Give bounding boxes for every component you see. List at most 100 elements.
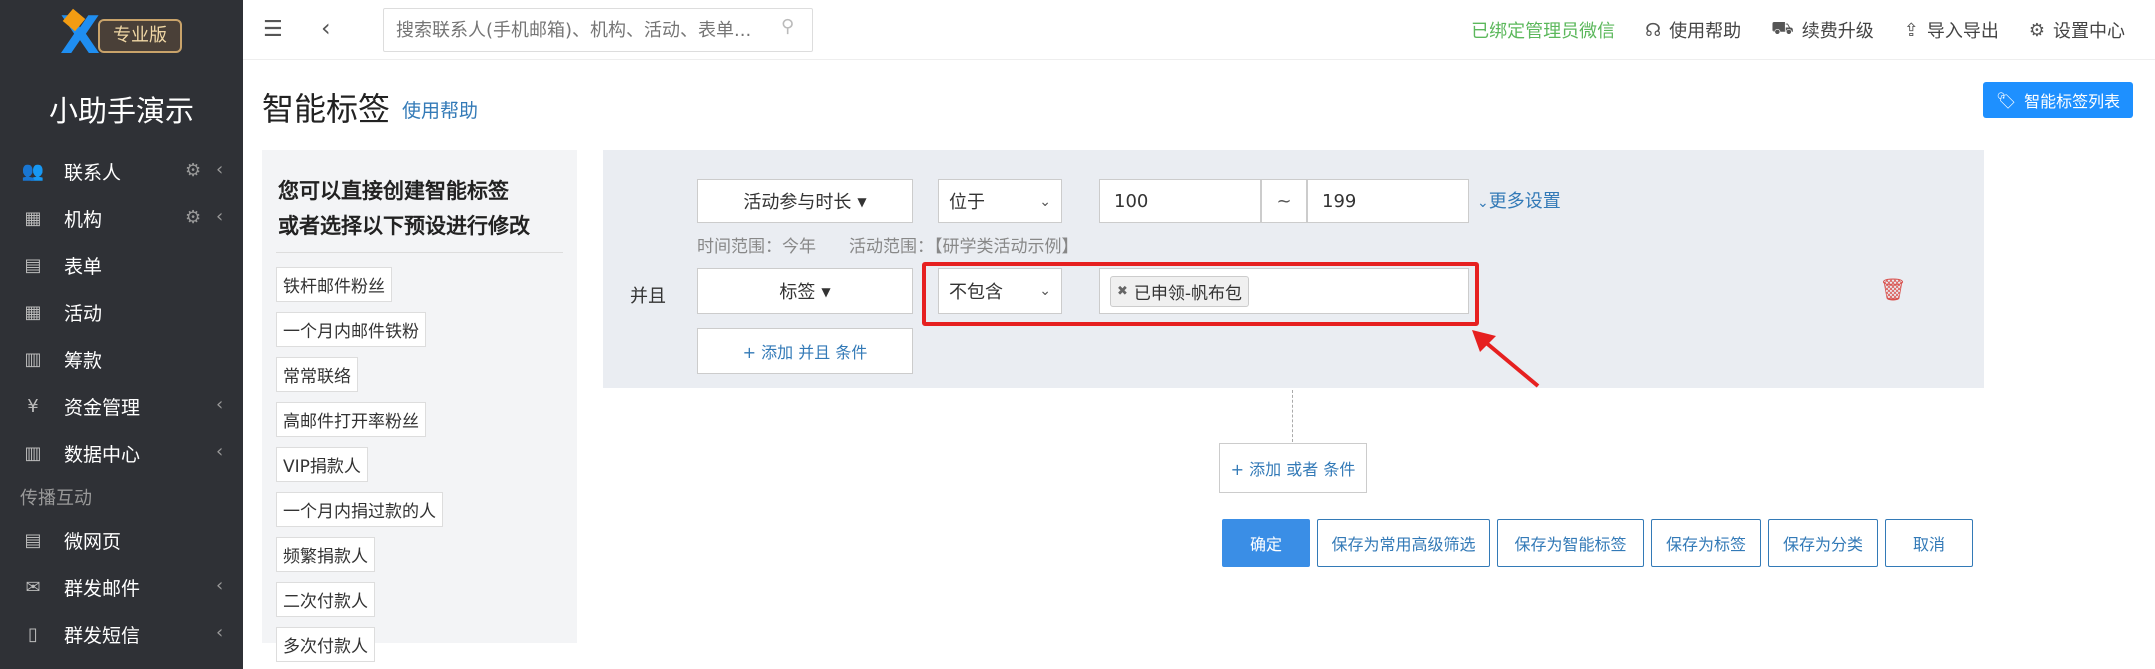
condition-field-select[interactable]: 活动参与时长 ▼ — [697, 179, 913, 223]
preset-item[interactable]: 一个月内邮件铁粉 — [276, 312, 426, 347]
wechat-bound-status[interactable]: 已绑定管理员微信 — [1471, 17, 1615, 43]
back-chevron-icon[interactable]: ‹ — [321, 14, 331, 42]
sidebar-item-label: 筹款 — [64, 350, 103, 372]
sidebar-item[interactable]: ¥ 资金管理 ‹ — [0, 383, 243, 430]
sidebar: X 专业版 小助手演示 👥 联系人 ⚙ ‹ ▦ 机构 ⚙ ‹ ▤ 表单 ▦ 活动 ▥ 筹款 ¥ 资金管理 ‹ ▥ 数… — [0, 0, 243, 669]
smart-tag-list-button[interactable]: 🏷 智能标签列表 — [1983, 82, 2133, 118]
email-icon: ✉ — [25, 577, 41, 598]
add-and-condition-label: + 添加 并且 条件 — [742, 343, 868, 362]
sidebar-item-label: 机构 — [64, 209, 103, 231]
activity-range-text: 活动范围：【研学类活动示例】 — [849, 237, 1079, 257]
preset-item[interactable]: 多次付款人 — [276, 627, 375, 662]
gear-icon[interactable]: ⚙ — [185, 207, 201, 228]
headset-icon: ☊ — [1645, 19, 1662, 41]
highlight-annotation-box — [922, 262, 1479, 326]
range-min-value: 100 — [1114, 190, 1149, 212]
chevron-down-icon: ⌄ — [1477, 195, 1489, 211]
top-link[interactable]: ⚙ 设置中心 — [2029, 17, 2125, 43]
preset-panel: 您可以直接创建智能标签 或者选择以下预设进行修改 铁杆邮件粉丝 一个月内邮件铁粉常… — [262, 150, 577, 662]
chevron-left-icon: ‹ — [216, 394, 224, 415]
caret-down-icon: ▼ — [857, 195, 867, 209]
top-bar: ☰ ‹ ⚲ 已绑定管理员微信 ☊ 使用帮助 ⛟ 续费升级 ⇪ 导入导出 ⚙ 设置中心 — [243, 0, 2155, 60]
cart-icon: ⛟ — [1771, 18, 1794, 39]
help-link[interactable]: 使用帮助 — [402, 96, 478, 123]
preset-item[interactable]: 一个月内捐过款的人 — [276, 492, 443, 527]
top-link[interactable]: ⛟ 续费升级 — [1771, 17, 1874, 43]
save-as-smart-tag-button[interactable]: 保存为智能标签 — [1497, 519, 1644, 567]
app-logo[interactable]: X 专业版 — [60, 10, 182, 62]
sidebar-item[interactable]: ▦ 机构 ⚙ ‹ — [0, 195, 243, 242]
chevron-left-icon: ‹ — [216, 622, 224, 643]
gear-icon[interactable]: ⚙ — [185, 160, 201, 181]
and-label: 并且 — [630, 286, 666, 307]
chevron-left-icon: ‹ — [216, 575, 224, 596]
sidebar-item[interactable]: ▤ 微网页 — [0, 517, 243, 564]
time-range-text: 时间范围：今年 — [697, 237, 816, 257]
caret-down-icon: ▼ — [821, 285, 831, 299]
chevron-down-icon: ⌄ — [1039, 194, 1051, 210]
top-link[interactable]: ☊ 使用帮助 — [1645, 17, 1741, 43]
money-icon: ▥ — [24, 349, 42, 370]
sidebar-item-label: 活动 — [64, 303, 103, 325]
sidebar-item[interactable]: 👥 联系人 ⚙ ‹ — [0, 148, 243, 195]
smart-tag-list-label: 智能标签列表 — [2024, 92, 2121, 111]
sidebar-item[interactable]: ▯ 群发短信 ‹ — [0, 611, 243, 658]
save-as-filter-button[interactable]: 保存为常用高级筛选 — [1317, 519, 1490, 567]
chevron-left-icon: ‹ — [216, 159, 224, 180]
top-link[interactable]: ⇪ 导入导出 — [1904, 17, 1999, 43]
add-and-condition-button[interactable]: + 添加 并且 条件 — [697, 328, 913, 374]
edition-badge: 专业版 — [98, 19, 182, 53]
cancel-button[interactable]: 取消 — [1885, 519, 1973, 567]
sidebar-item[interactable]: ✉ 群发邮件 ‹ — [0, 564, 243, 611]
contacts-icon: 👥 — [21, 161, 45, 182]
top-link-label: 导入导出 — [1926, 21, 1999, 42]
top-link-label: 使用帮助 — [1669, 21, 1742, 42]
sidebar-item[interactable]: ▥ 筹款 — [0, 336, 243, 383]
sidebar-item-label: 联系人 — [64, 162, 122, 184]
condition-field-label: 活动参与时长 — [743, 192, 852, 213]
preset-item[interactable]: 二次付款人 — [276, 582, 375, 617]
menu-group-label: 传播互动 — [20, 488, 92, 509]
save-as-category-button[interactable]: 保存为分类 — [1768, 519, 1878, 567]
top-link-label: 续费升级 — [1801, 21, 1874, 42]
action-buttons: 确定 保存为常用高级筛选 保存为智能标签 保存为标签 保存为分类 取消 — [1222, 519, 1980, 567]
annotation-arrow-icon — [1472, 330, 1540, 388]
clipboard-icon: ▤ — [24, 255, 42, 276]
delete-condition-trash-icon[interactable]: 🗑 — [1879, 278, 1907, 303]
search-icon[interactable]: ⚲ — [781, 16, 794, 37]
condition-operator-select[interactable]: 位于 ⌄ — [938, 179, 1062, 223]
preset-item[interactable]: 铁杆邮件粉丝 — [276, 267, 392, 302]
range-min-input[interactable]: 100 — [1099, 179, 1261, 223]
sidebar-item[interactable]: ▤ 表单 — [0, 242, 243, 289]
save-as-tag-button[interactable]: 保存为标签 — [1651, 519, 1761, 567]
more-settings-label: 更多设置 — [1488, 191, 1561, 212]
sidebar-item-label: 微网页 — [64, 531, 122, 553]
sidebar-item[interactable]: ▥ 数据中心 ‹ — [0, 430, 243, 477]
range-max-input[interactable]: 199 — [1307, 179, 1469, 223]
preset-item[interactable]: 高邮件打开率粉丝 — [276, 402, 426, 437]
preset-item[interactable]: 常常联络 — [276, 357, 358, 392]
confirm-button[interactable]: 确定 — [1222, 519, 1310, 567]
sidebar-item[interactable]: ▦ 活动 — [0, 289, 243, 336]
preset-heading-1: 您可以直接创建智能标签 — [278, 179, 509, 203]
sidebar-item-label: 群发邮件 — [64, 578, 141, 600]
sidebar-item-label: 资金管理 — [64, 397, 141, 419]
more-settings-link[interactable]: ⌄更多设置 — [1477, 187, 1561, 213]
phone-icon: ▯ — [28, 624, 38, 645]
condition-operator-label: 位于 — [949, 192, 985, 213]
app-name: 小助手演示 — [48, 94, 194, 128]
global-search-input[interactable] — [383, 8, 813, 52]
calendar-icon: ▦ — [24, 302, 42, 323]
condition-field-select-2[interactable]: 标签 ▼ — [697, 268, 913, 314]
menu-toggle-icon[interactable]: ☰ — [263, 17, 283, 42]
tilde-text: ~ — [1276, 190, 1292, 212]
building-icon: ▦ — [24, 208, 42, 229]
sidebar-item-label: 数据中心 — [64, 444, 141, 466]
sidebar-item-label: 表单 — [64, 256, 103, 278]
add-or-condition-button[interactable]: + 添加 或者 条件 — [1219, 443, 1367, 493]
preset-item[interactable]: 频繁捐款人 — [276, 537, 375, 572]
add-or-condition-label: + 添加 或者 条件 — [1230, 460, 1356, 479]
top-link-label: 设置中心 — [2053, 21, 2125, 42]
preset-item[interactable]: VIP捐款人 — [276, 447, 368, 482]
logo-x-icon: X — [60, 6, 101, 66]
